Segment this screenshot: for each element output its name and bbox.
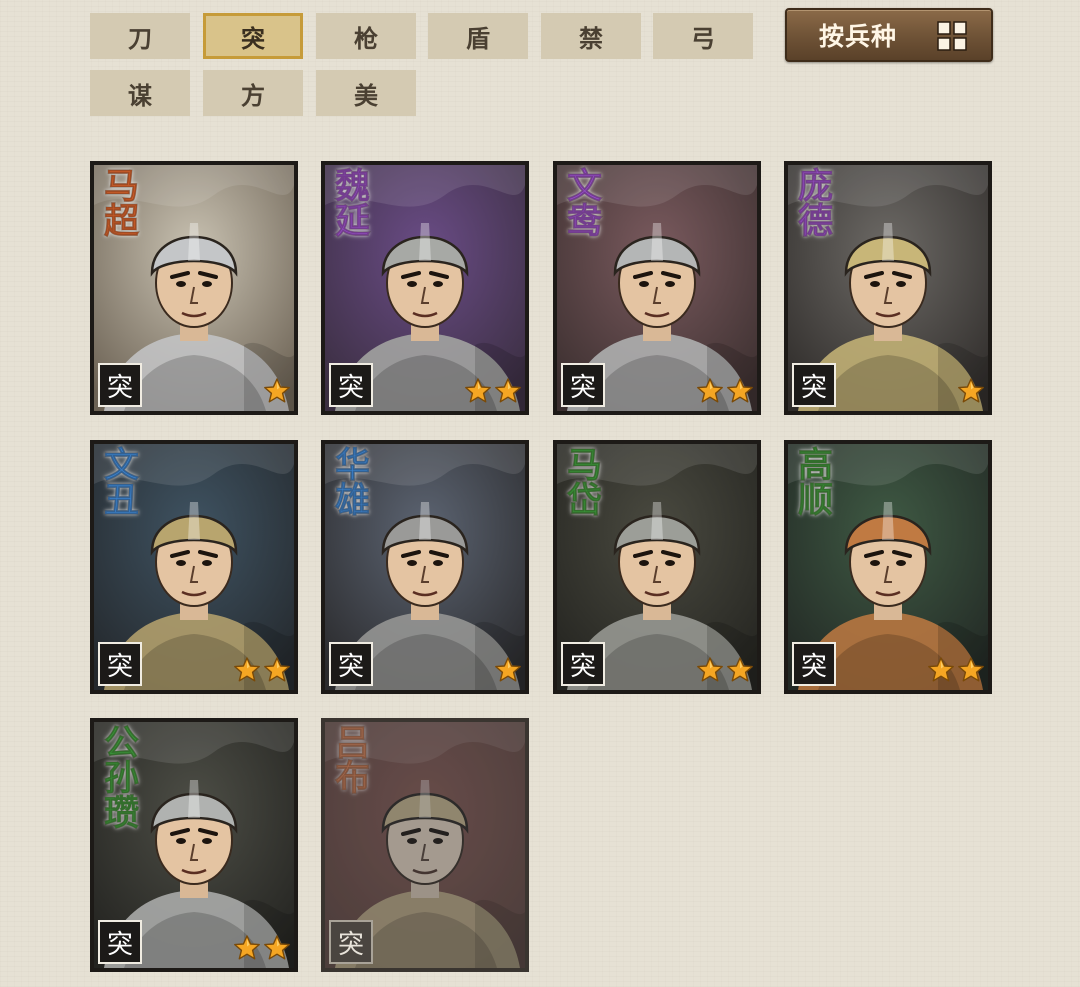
general-card-wen-yang[interactable]: 文鸯突 [553,161,761,415]
general-name: 庞德 [792,167,834,238]
sort-button-label: 按兵种 [819,22,898,51]
star-icon [928,657,954,682]
general-card-ma-dai[interactable]: 马岱突 [553,440,761,694]
tab-tu[interactable]: 突 [203,13,303,59]
troop-type-badge: 突 [98,642,142,686]
general-name: 公孙瓒 [98,724,140,830]
star-icon [958,378,984,403]
star-rating [927,656,985,684]
general-card-gao-shun[interactable]: 高顺突 [784,440,992,694]
general-card-ma-chao[interactable]: 马超突 [90,161,298,415]
general-card-gongsun-zan[interactable]: 公孙瓒突 [90,718,298,972]
general-name: 文鸯 [561,167,603,238]
tab-jin[interactable]: 禁 [541,13,641,59]
star-rating [957,377,985,405]
star-icon [234,657,260,682]
star-icon [495,378,521,403]
general-card-hua-xiong[interactable]: 华雄突 [321,440,529,694]
tab-dun[interactable]: 盾 [428,13,528,59]
troop-type-badge: 突 [329,642,373,686]
troop-type-badge: 突 [561,642,605,686]
star-icon [697,378,723,403]
star-icon [264,378,290,403]
troop-type-badge: 突 [329,920,373,964]
star-rating [263,377,291,405]
star-rating [696,656,754,684]
tab-mei[interactable]: 美 [316,70,416,116]
troop-type-badge: 突 [98,920,142,964]
star-icon [264,657,290,682]
star-icon [727,657,753,682]
sort-by-troop-type-button[interactable]: 按兵种 [785,8,993,62]
troop-type-badge: 突 [98,363,142,407]
star-icon [234,935,260,960]
tab-fang[interactable]: 方 [203,70,303,116]
general-card-wen-chou[interactable]: 文丑突 [90,440,298,694]
star-icon [495,657,521,682]
star-icon [264,935,290,960]
general-name: 马岱 [561,446,603,517]
star-rating [696,377,754,405]
general-name: 吕布 [329,724,371,795]
troop-type-badge: 突 [792,642,836,686]
star-icon [697,657,723,682]
general-name: 马超 [98,167,140,238]
star-rating [233,934,291,962]
general-card-lv-bu[interactable]: 吕布突 [321,718,529,972]
general-name: 高顺 [792,446,834,517]
troop-type-badge: 突 [561,363,605,407]
troop-type-badge: 突 [792,363,836,407]
tab-gong[interactable]: 弓 [653,13,753,59]
general-card-pang-de[interactable]: 庞德突 [784,161,992,415]
general-name: 魏延 [329,167,371,238]
star-icon [958,657,984,682]
tab-mou[interactable]: 谋 [90,70,190,116]
star-icon [727,378,753,403]
grid-icon [937,21,967,51]
general-card-wei-yan[interactable]: 魏延突 [321,161,529,415]
star-rating [494,656,522,684]
troop-type-badge: 突 [329,363,373,407]
star-rating [464,377,522,405]
tab-qiang[interactable]: 枪 [316,13,416,59]
general-name: 文丑 [98,446,140,517]
tab-dao[interactable]: 刀 [90,13,190,59]
general-name: 华雄 [329,446,371,517]
star-icon [465,378,491,403]
star-rating [233,656,291,684]
